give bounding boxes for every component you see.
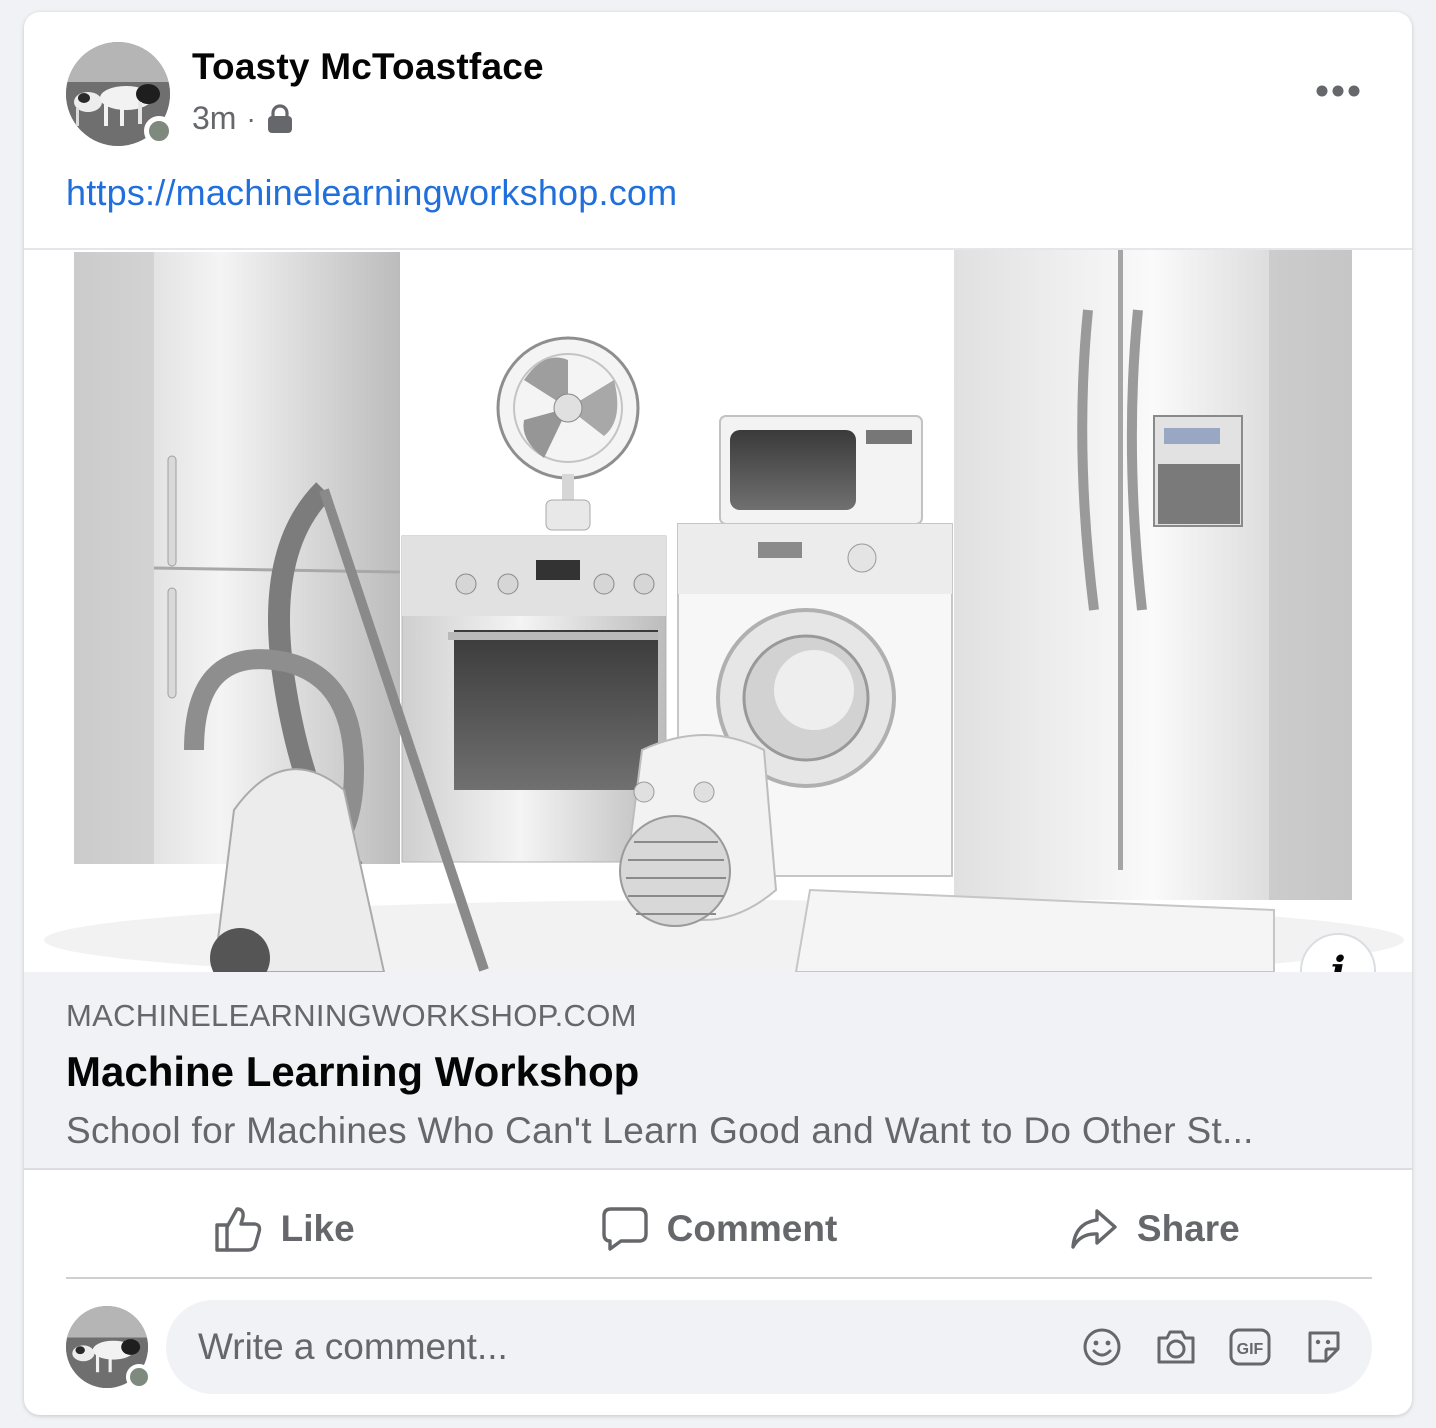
preview-domain: MACHINELEARNINGWORKSHOP.COM — [66, 998, 637, 1033]
author-avatar-container[interactable] — [66, 42, 174, 146]
comment-input[interactable] — [198, 1317, 1018, 1377]
actions-divider — [66, 1277, 1372, 1279]
emoji-icon[interactable] — [1080, 1320, 1124, 1374]
preview-title[interactable]: Machine Learning Workshop — [66, 1048, 639, 1096]
comment-button[interactable]: Comment — [501, 1180, 936, 1278]
camera-icon[interactable] — [1154, 1320, 1198, 1374]
svg-text:GIF: GIF — [1237, 1341, 1264, 1358]
online-status-dot — [144, 116, 174, 146]
composer-icon-row: GIF — [1080, 1320, 1346, 1374]
link-preview-text[interactable]: MACHINELEARNINGWORKSHOP.COM Machine Lear… — [24, 972, 1412, 1170]
appliances-illustration — [44, 250, 1404, 972]
preview-description: School for Machines Who Can't Learn Good… — [66, 1110, 1254, 1151]
post-url-link[interactable]: https://machinelearningworkshop.com — [66, 172, 677, 214]
post-action-bar: Like Comment Share — [66, 1180, 1372, 1278]
share-button[interactable]: Share — [937, 1180, 1372, 1278]
comment-composer[interactable]: GIF — [166, 1300, 1372, 1394]
like-button[interactable]: Like — [66, 1180, 501, 1278]
like-label: Like — [280, 1208, 355, 1249]
post-meta: 3m · — [192, 100, 294, 137]
share-label: Share — [1136, 1208, 1240, 1249]
current-user-status-dot — [126, 1364, 152, 1390]
more-dots-icon — [1316, 85, 1360, 97]
meta-separator: · — [246, 102, 256, 134]
post-card: Toasty McToastface 3m · https://machinel… — [24, 12, 1412, 1415]
more-options-button[interactable] — [1308, 76, 1368, 106]
author-name[interactable]: Toasty McToastface — [192, 46, 544, 88]
post-time[interactable]: 3m — [192, 100, 236, 137]
gif-icon[interactable]: GIF — [1228, 1320, 1272, 1374]
thumbs-up-icon — [214, 1207, 261, 1252]
current-user-avatar-container[interactable] — [66, 1306, 152, 1390]
share-arrow-icon — [1071, 1209, 1117, 1249]
comment-bubble-icon — [601, 1207, 648, 1251]
sticker-icon[interactable] — [1302, 1320, 1346, 1374]
link-preview-image[interactable] — [24, 250, 1412, 972]
comment-label: Comment — [666, 1208, 838, 1249]
lock-icon[interactable] — [266, 103, 294, 134]
